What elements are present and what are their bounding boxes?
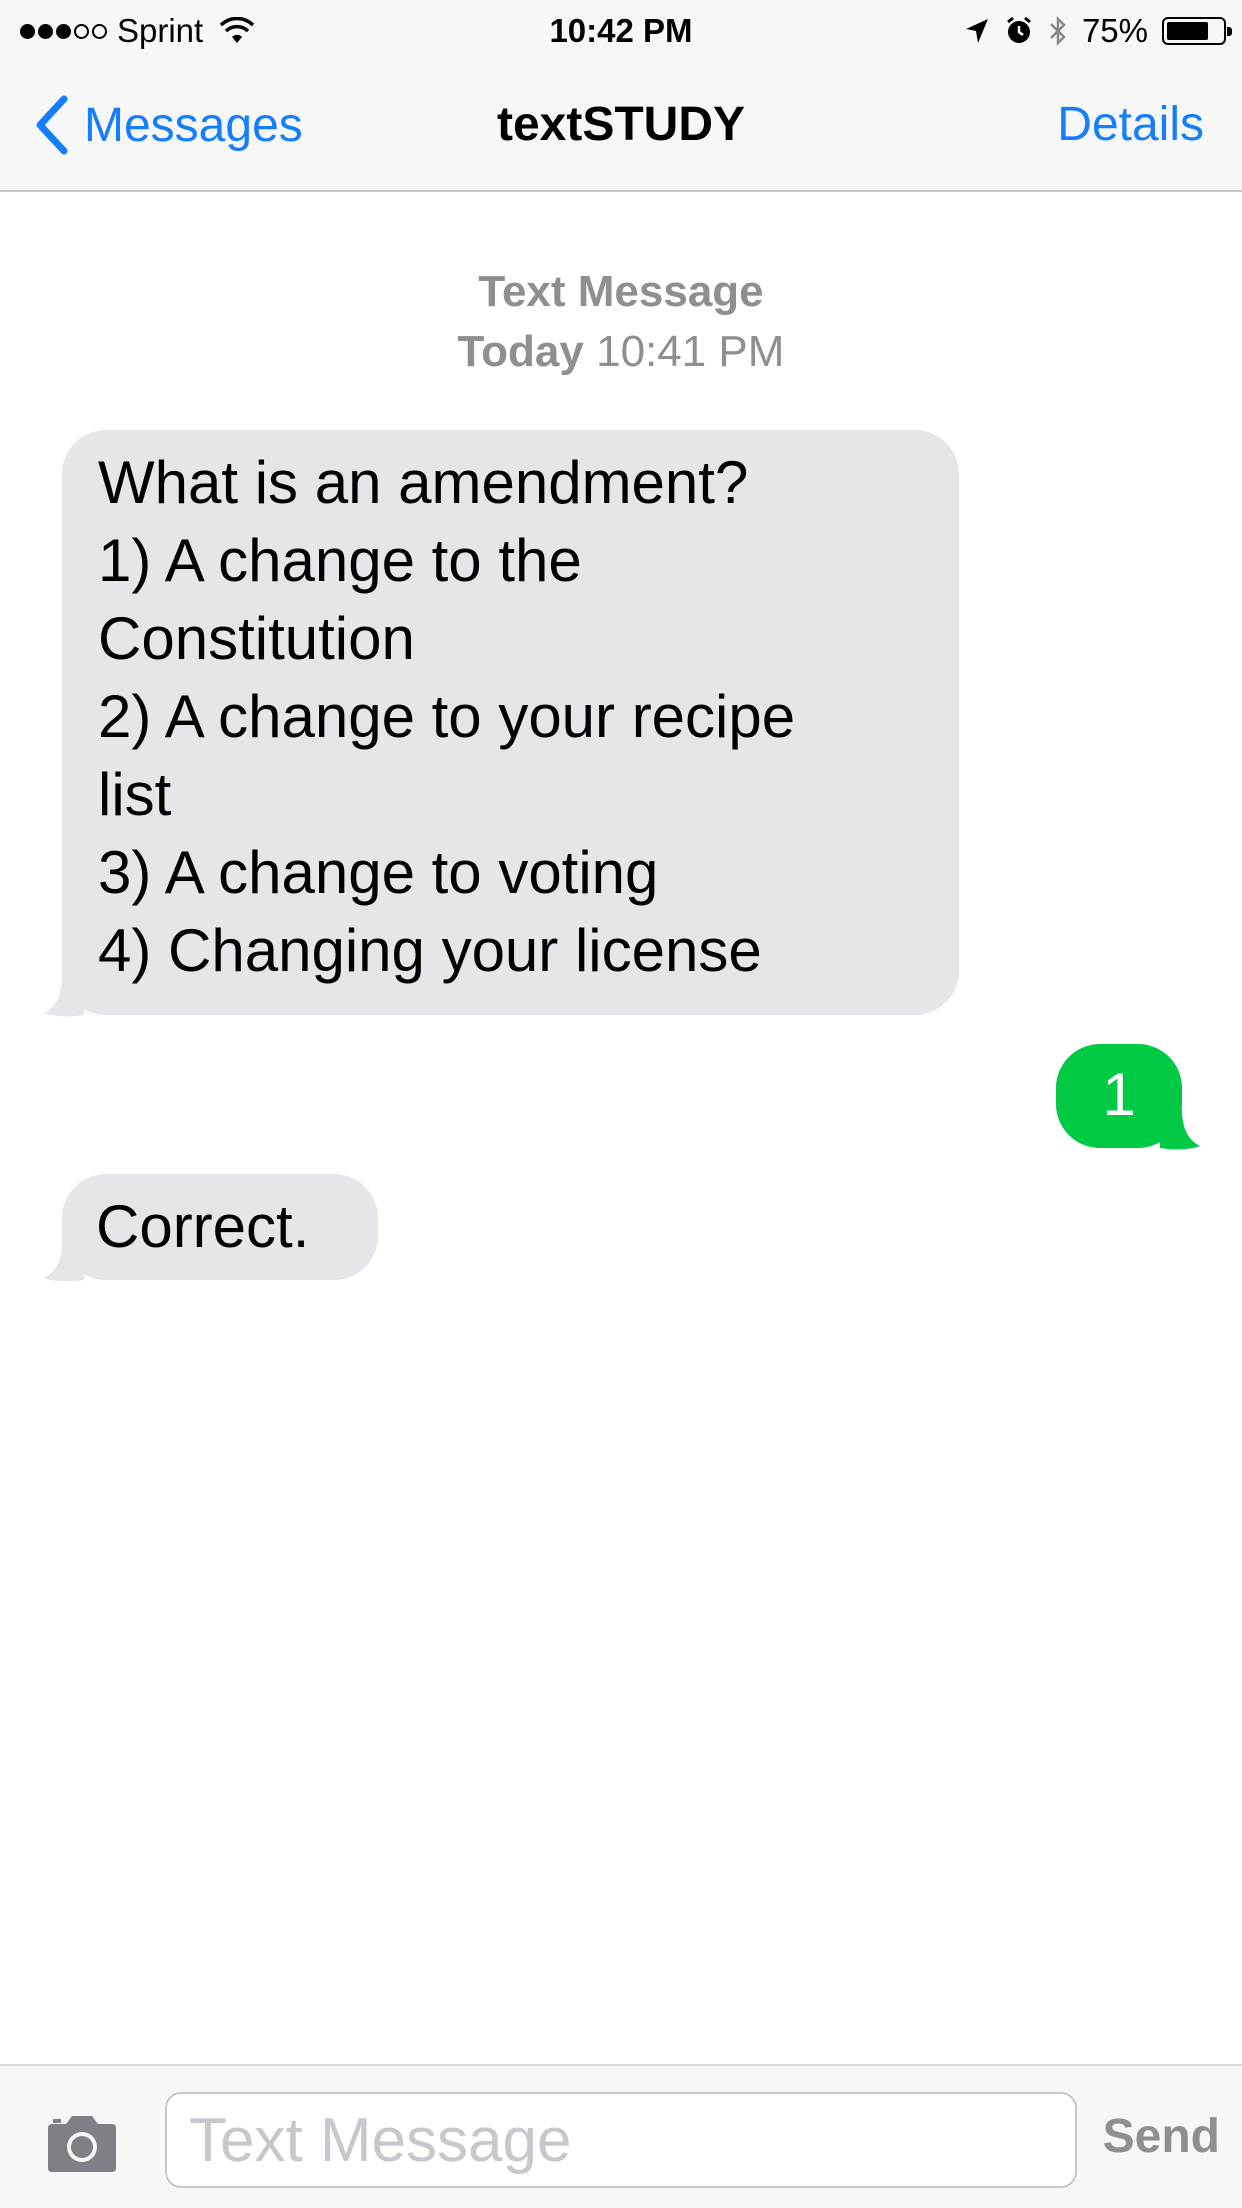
service-label: Text Message: [478, 267, 764, 316]
battery-icon: [1162, 17, 1232, 45]
day-label: Today: [457, 327, 584, 376]
alarm-icon: [1007, 16, 1031, 43]
bluetooth-icon: [1050, 15, 1066, 47]
message-line: What is an amendment?: [98, 449, 749, 516]
compose-bar: Send: [0, 2064, 1242, 2208]
message-line: 1) A change to the: [98, 527, 582, 594]
message-line: list: [98, 761, 172, 828]
bubble-tail: [1160, 1110, 1200, 1150]
message-line: 4) Changing your license: [98, 917, 762, 984]
message-line: Correct.: [96, 1193, 310, 1260]
camera-icon[interactable]: [44, 2114, 120, 2174]
message-line: 2) A change to your recipe: [98, 683, 796, 750]
status-bar: Sprint 10:42 PM 75%: [0, 0, 1242, 62]
details-button[interactable]: Details: [1057, 92, 1204, 158]
navigation-bar: Messages textSTUDY Details: [0, 62, 1242, 192]
outgoing-message-bubble[interactable]: 1: [1056, 1044, 1200, 1150]
thread-timestamp: Text Message Today 10:41 PM: [0, 262, 1242, 382]
bubble-tail: [44, 977, 84, 1017]
incoming-message-bubble[interactable]: What is an amendment? 1) A change to the…: [44, 430, 959, 1017]
bubble-tail: [44, 1242, 84, 1282]
send-button[interactable]: Send: [1103, 2106, 1220, 2168]
message-line: 3) A change to voting: [98, 839, 659, 906]
message-line: Constitution: [98, 605, 415, 672]
message-input[interactable]: [165, 2092, 1077, 2188]
location-arrow-icon: [965, 19, 988, 43]
incoming-message-bubble[interactable]: Correct.: [44, 1174, 378, 1282]
status-right: 75%: [964, 10, 1232, 52]
battery-percentage: 75%: [1081, 12, 1148, 49]
time-label: 10:41 PM: [596, 327, 785, 376]
conversation-title: textSTUDY: [496, 98, 746, 151]
battery-level-fill: [1167, 22, 1208, 40]
